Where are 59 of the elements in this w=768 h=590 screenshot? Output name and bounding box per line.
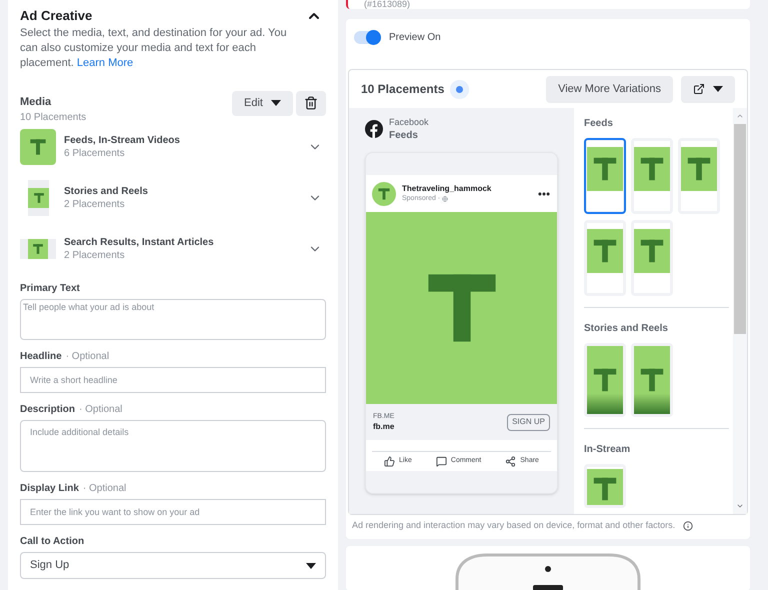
preview-toggle[interactable] (354, 30, 381, 44)
caret-icon (271, 100, 281, 106)
scrollbar[interactable] (733, 108, 747, 514)
section-description: Select the media, text, and destination for your ad. You can also customize your media and text for each placement. Learn More (20, 26, 288, 70)
edit-button[interactable]: Edit (232, 90, 293, 116)
comment-icon (436, 456, 447, 467)
media-group-title: Feeds, In-Stream Videos (64, 134, 181, 147)
text-input-field[interactable]: Write a short headline (20, 367, 326, 393)
field-label: Primary Text (20, 282, 80, 296)
view-more-variations-button[interactable]: View More Variations (546, 76, 673, 102)
placements-title: 10 Placements (361, 81, 444, 98)
facebook-logo-icon (365, 120, 383, 138)
t-logo-icon (376, 186, 392, 202)
open-preview-button[interactable] (681, 76, 735, 102)
t-logo-icon (31, 242, 45, 256)
optional-label: · Optional (66, 350, 110, 364)
text-input-field[interactable]: Enter the link you want to show on your ad (20, 499, 326, 525)
disclaimer-text: Ad rendering and interaction may vary based on device, format and other factors. (352, 519, 676, 532)
optional-label: · Optional (79, 403, 122, 417)
globe-icon (442, 196, 448, 202)
toggle-label: Preview On (389, 30, 441, 44)
section-heading: In-Stream (584, 443, 632, 457)
text-area-field[interactable]: Tell people what your ad is about (20, 299, 326, 340)
media-group-count: 2 Placements (64, 249, 126, 262)
sign-up-button[interactable]: SIGN UP (507, 414, 550, 430)
account-name: Thetraveling_hammock (402, 184, 492, 194)
section-title: Ad Creative (20, 7, 92, 25)
optional-label: · Optional (82, 482, 126, 496)
media-group-count: 6 Placements (64, 147, 126, 160)
section-heading: Stories and Reels (584, 322, 669, 336)
trash-icon (304, 96, 318, 110)
caret-icon (306, 562, 316, 568)
learn-more-link[interactable]: Learn More (76, 56, 134, 68)
field-label: Description (20, 403, 76, 417)
media-group-title: Stories and Reels (64, 185, 149, 198)
text-area-field[interactable]: Include additional details (20, 420, 326, 472)
dropdown-field[interactable]: Sign Up (20, 552, 326, 579)
t-logo-icon (32, 191, 46, 205)
placement-name: Feeds (389, 129, 419, 142)
like-icon (384, 456, 396, 467)
caret-icon (713, 86, 723, 92)
delete-button[interactable] (296, 90, 326, 116)
media-group-title: Search Results, Instant Articles (64, 236, 215, 249)
platform-name: Facebook (389, 116, 429, 129)
placement-thumbnail[interactable] (584, 138, 626, 214)
scroll-up-icon[interactable] (736, 112, 744, 120)
scroll-down-icon[interactable] (736, 502, 744, 510)
media-count: 10 Placements (20, 111, 86, 125)
info-icon[interactable] (683, 521, 694, 531)
section-heading: Feeds (584, 117, 614, 131)
external-link-icon (693, 83, 705, 95)
share-icon (505, 456, 516, 467)
link-domain: fb.me (373, 422, 394, 432)
error-code: (#1613089) (364, 0, 410, 9)
media-group-count: 2 Placements (64, 198, 126, 211)
field-label: Headline (20, 350, 62, 364)
field-label: Display Link (20, 482, 79, 496)
field-label: Call to Action (20, 535, 84, 549)
media-label: Media (20, 94, 52, 110)
